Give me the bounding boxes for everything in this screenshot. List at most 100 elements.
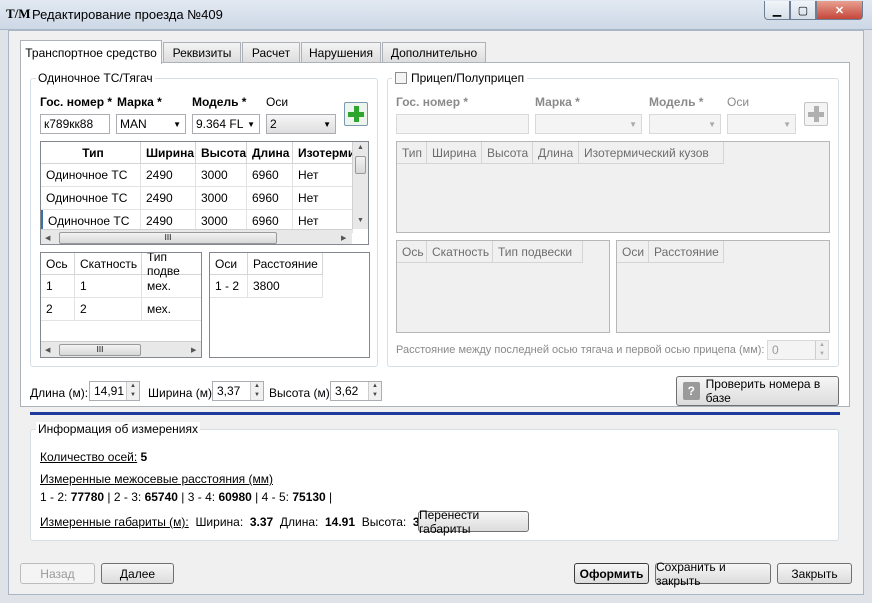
col-header[interactable]: Оси bbox=[617, 241, 649, 263]
tractor-plate-label: Гос. номер * bbox=[40, 95, 113, 109]
horizontal-scrollbar[interactable]: ◀ III ▶ bbox=[41, 341, 201, 357]
spin-buttons[interactable]: ▲ ▼ bbox=[815, 341, 828, 359]
scroll-thumb[interactable]: III bbox=[59, 344, 141, 356]
col-header[interactable]: Ось bbox=[41, 253, 75, 275]
height-label: Высота (м) bbox=[269, 386, 330, 400]
tab-violations[interactable]: Нарушения bbox=[301, 42, 381, 63]
col-header[interactable]: Ось bbox=[397, 241, 427, 263]
check-plates-button[interactable]: ? Проверить номера в базе bbox=[676, 376, 839, 406]
table-cell[interactable]: мех. bbox=[142, 298, 201, 321]
col-header[interactable]: Скатность bbox=[427, 241, 493, 263]
col-header[interactable]: Тип bbox=[397, 142, 427, 164]
col-header[interactable]: Оси bbox=[210, 253, 248, 275]
table-cell[interactable]: 1 bbox=[75, 275, 142, 298]
col-header[interactable]: Длина bbox=[533, 142, 579, 164]
tractor-model-combo[interactable]: 9.364 FL ▼ bbox=[192, 114, 260, 134]
coupling-gap-spinner[interactable]: 0 ▲ ▼ bbox=[767, 340, 829, 360]
trailer-plate-input[interactable] bbox=[396, 114, 529, 134]
measurements-group-label: Информация об измерениях bbox=[36, 422, 200, 436]
vertical-scrollbar[interactable]: ▲ ▼ bbox=[352, 142, 368, 229]
chevron-down-icon: ▼ bbox=[247, 120, 255, 129]
spacing-value: 77780 bbox=[70, 490, 105, 504]
table-cell[interactable]: 6960 bbox=[247, 164, 293, 187]
back-button[interactable]: Назад bbox=[20, 563, 95, 584]
measured-height-label: Высота: bbox=[361, 515, 407, 529]
col-header[interactable]: Расстояние bbox=[248, 253, 323, 275]
table-cell[interactable]: 1 bbox=[41, 275, 75, 298]
col-header[interactable]: Тип подве bbox=[142, 253, 201, 278]
table-cell[interactable]: Одиночное ТС bbox=[41, 164, 141, 187]
table-cell[interactable]: 1 - 2 bbox=[210, 275, 248, 298]
trailer-axle-grid[interactable]: Ось Скатность Тип подвески bbox=[396, 240, 610, 333]
tractor-grid[interactable]: Тип Ширина Высота Длина Изотерми Одиночн… bbox=[40, 141, 369, 245]
tractor-brand-combo[interactable]: MAN ▼ bbox=[116, 114, 186, 134]
separator bbox=[30, 412, 840, 415]
tractor-axles-combo[interactable]: 2 ▼ bbox=[266, 114, 336, 134]
trailer-axles-combo[interactable]: ▼ bbox=[727, 114, 796, 134]
col-header[interactable]: Скатность bbox=[75, 253, 142, 275]
col-header[interactable]: Длина bbox=[247, 142, 293, 164]
trailer-grid[interactable]: Тип Ширина Высота Длина Изотермический к… bbox=[396, 141, 830, 233]
tab-vehicle[interactable]: Транспортное средство bbox=[20, 40, 162, 64]
table-cell[interactable]: 3800 bbox=[248, 275, 323, 298]
trailer-brand-combo[interactable]: ▼ bbox=[535, 114, 642, 134]
spin-buttons[interactable]: ▲ ▼ bbox=[368, 382, 381, 400]
horizontal-scrollbar[interactable]: ◀ III ▶ bbox=[41, 229, 352, 244]
submit-button[interactable]: Оформить bbox=[574, 563, 649, 584]
length-value: 14,91 bbox=[94, 384, 125, 398]
trailer-model-combo[interactable]: ▼ bbox=[649, 114, 721, 134]
table-cell[interactable]: Нет bbox=[293, 164, 353, 187]
tab-details[interactable]: Реквизиты bbox=[163, 42, 241, 63]
chevron-down-icon: ▼ bbox=[629, 120, 637, 129]
col-header[interactable]: Изотермический кузов bbox=[579, 142, 724, 164]
col-header[interactable]: Расстояние bbox=[649, 241, 724, 263]
arrow-left-icon: ◀ bbox=[45, 235, 51, 242]
col-header[interactable]: Тип bbox=[41, 142, 141, 164]
scroll-thumb[interactable] bbox=[355, 156, 366, 174]
table-cell[interactable]: мех. bbox=[142, 275, 201, 298]
close-window-button[interactable]: ✕ bbox=[816, 1, 863, 20]
length-spinner[interactable]: 14,91 ▲ ▼ bbox=[89, 381, 140, 401]
col-header[interactable]: Изотерми bbox=[293, 142, 355, 164]
tractor-brand-label: Марка * bbox=[117, 95, 162, 109]
minimize-button[interactable]: ▁ bbox=[764, 1, 790, 20]
tab-additional[interactable]: Дополнительно bbox=[382, 42, 486, 63]
table-cell[interactable]: 6960 bbox=[247, 187, 293, 210]
table-cell[interactable]: 2 bbox=[75, 298, 142, 321]
trailer-checkbox[interactable] bbox=[395, 72, 407, 84]
col-header[interactable]: Тип подвески bbox=[493, 241, 583, 263]
table-cell[interactable]: 2 bbox=[41, 298, 75, 321]
width-spinner[interactable]: 3,37 ▲ ▼ bbox=[212, 381, 264, 401]
transfer-dims-button[interactable]: Перенести габариты bbox=[418, 508, 529, 536]
tractor-axle-grid[interactable]: Ось Скатность Тип подве 1 1 мех. 2 2 мех… bbox=[40, 252, 202, 358]
trailer-distance-grid[interactable]: Оси Расстояние bbox=[616, 240, 830, 333]
tractor-brand-value: MAN bbox=[120, 117, 147, 131]
table-cell[interactable]: 2490 bbox=[141, 164, 196, 187]
col-header[interactable]: Ширина bbox=[427, 142, 482, 164]
tab-calculation[interactable]: Расчет bbox=[242, 42, 300, 63]
spacing-value: 60980 bbox=[218, 490, 252, 504]
table-cell[interactable]: 3000 bbox=[196, 187, 247, 210]
save-close-button[interactable]: Сохранить и закрыть bbox=[655, 560, 771, 588]
table-cell[interactable]: 2490 bbox=[141, 187, 196, 210]
table-cell[interactable]: 3000 bbox=[196, 164, 247, 187]
tractor-distance-grid[interactable]: Оси Расстояние 1 - 2 3800 bbox=[209, 252, 370, 358]
close-button[interactable]: Закрыть bbox=[777, 563, 852, 584]
height-spinner[interactable]: 3,62 ▲ ▼ bbox=[330, 381, 382, 401]
tractor-plate-input[interactable]: к789кк88 bbox=[40, 114, 110, 134]
spin-buttons[interactable]: ▲ ▼ bbox=[250, 382, 263, 400]
spin-buttons[interactable]: ▲ ▼ bbox=[126, 382, 139, 400]
maximize-button[interactable]: ▢ bbox=[790, 1, 816, 20]
col-header[interactable]: Высота bbox=[482, 142, 533, 164]
next-button[interactable]: Далее bbox=[101, 563, 174, 584]
col-header[interactable]: Высота bbox=[196, 142, 247, 164]
scroll-thumb[interactable]: III bbox=[59, 232, 277, 244]
trailer-toggle[interactable]: Прицеп/Полуприцеп bbox=[392, 71, 528, 85]
table-cell[interactable]: Одиночное ТС bbox=[41, 187, 141, 210]
col-header[interactable]: Ширина bbox=[141, 142, 196, 164]
add-axle-button[interactable] bbox=[344, 102, 368, 126]
trailer-model-label: Модель * bbox=[649, 95, 704, 109]
trailer-add-axle-button[interactable] bbox=[804, 102, 828, 126]
table-cell[interactable]: Нет bbox=[293, 187, 353, 210]
help-icon: ? bbox=[683, 382, 700, 400]
